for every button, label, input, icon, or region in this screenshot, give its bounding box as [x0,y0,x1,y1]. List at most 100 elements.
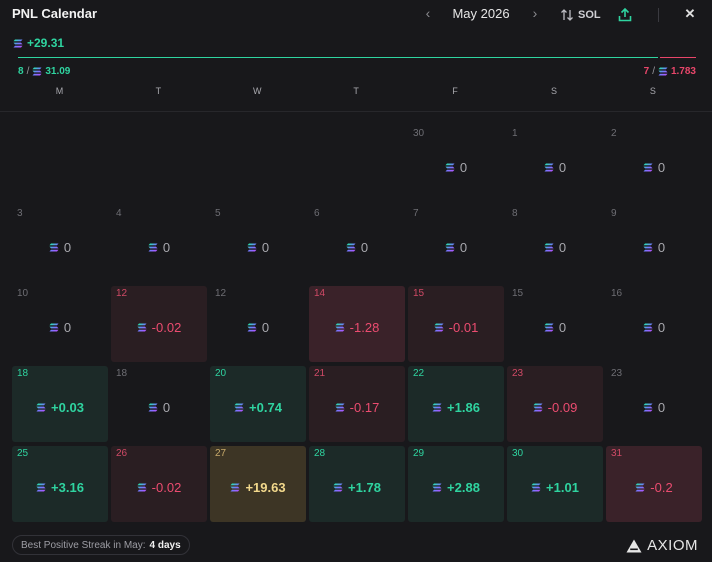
calendar-day-cell[interactable]: 25 +3.16 [12,446,108,522]
upload-icon[interactable] [616,6,634,24]
calendar-day-cell[interactable]: 23 -0.09 [507,366,603,442]
calendar-day-cell[interactable]: 10 [507,126,603,202]
win-stats: 8 / 31.09 [18,66,71,77]
calendar-day-cell[interactable]: 18 0 [111,366,207,442]
sol-icon [544,243,554,252]
day-number: 26 [116,448,128,459]
sol-icon [434,323,444,332]
sol-icon [49,323,59,332]
calendar-day-cell[interactable]: 12 0 [210,286,306,362]
sol-icon [643,403,653,412]
day-number: 15 [413,288,425,299]
day-number: 4 [116,208,122,219]
next-month-button[interactable]: › [527,5,543,21]
day-number: 14 [314,288,326,299]
sol-icon [432,483,442,492]
day-number: 2 [611,128,617,139]
loss-stats: 7 / 1.783 [643,66,696,77]
weekday-label: T [155,86,162,96]
day-pnl-value: 0 [558,320,567,335]
calendar-day-cell[interactable]: 22 +1.86 [408,366,504,442]
day-pnl: 0 [210,240,306,255]
sol-icon [32,67,42,76]
currency-toggle-button[interactable]: SOL [560,6,601,24]
day-pnl-value: 0 [657,240,666,255]
sol-icon [36,403,46,412]
day-number: 16 [611,288,623,299]
day-number: 5 [215,208,221,219]
calendar-day-cell[interactable]: 40 [111,206,207,282]
calendar-day-cell[interactable]: 27 +19.63 [210,446,306,522]
calendar-day-cell[interactable]: 26 -0.02 [111,446,207,522]
calendar-day-cell[interactable]: 12 -0.02 [111,286,207,362]
day-pnl-value: 0 [657,320,666,335]
day-number: 1 [512,128,518,139]
day-pnl-value: +3.16 [51,480,84,495]
calendar-day-cell[interactable]: 10 0 [12,286,108,362]
day-pnl: +0.03 [12,400,108,415]
calendar-day-cell[interactable]: 23 0 [606,366,702,442]
day-pnl: -1.28 [309,320,405,335]
calendar-day-cell[interactable]: 50 [210,206,306,282]
loss-days-count: 7 [643,66,650,77]
day-pnl: 0 [408,240,504,255]
day-number: 12 [215,288,227,299]
day-pnl: +19.63 [210,480,306,495]
sol-icon [148,243,158,252]
total-pnl: +29.31 [13,36,64,50]
prev-month-button[interactable]: ‹ [420,5,436,21]
sol-icon [643,323,653,332]
calendar-day-cell[interactable]: 15 0 [507,286,603,362]
day-pnl: -0.09 [507,400,603,415]
day-pnl-value: -1.28 [349,320,380,335]
panel-title: PNL Calendar [12,6,98,21]
weekday-header: M T W T F S S [10,86,702,100]
day-pnl: 0 [606,160,702,175]
sol-icon [643,163,653,172]
day-pnl: +1.78 [309,480,405,495]
day-number: 15 [512,288,524,299]
streak-badge: Best Positive Streak in May: 4 days [12,535,190,555]
win-ratio-bar [18,57,658,58]
calendar-day-cell[interactable]: 29 +2.88 [408,446,504,522]
calendar-day-cell[interactable]: 20 [606,126,702,202]
day-pnl: 0 [507,320,603,335]
sol-icon [445,243,455,252]
day-pnl: 0 [111,240,207,255]
streak-label: Best Positive Streak in May: [21,539,146,551]
calendar-day-cell[interactable]: 30 0 [408,126,504,202]
day-number: 23 [512,368,524,379]
day-pnl: 0 [606,240,702,255]
calendar-day-cell[interactable]: 21 -0.17 [309,366,405,442]
calendar-day-cell[interactable]: 15 -0.01 [408,286,504,362]
calendar-day-cell[interactable]: 80 [507,206,603,282]
day-pnl: 0 [12,240,108,255]
calendar-day-cell[interactable]: 70 [408,206,504,282]
sol-icon [432,403,442,412]
calendar-day-cell[interactable]: 31 -0.2 [606,446,702,522]
close-icon[interactable]: ✕ [682,6,698,22]
calendar-day-cell[interactable]: 90 [606,206,702,282]
day-number: 29 [413,448,425,459]
sol-icon [635,483,645,492]
sol-icon [544,163,554,172]
calendar-day-cell[interactable]: 20 +0.74 [210,366,306,442]
calendar-day-cell[interactable]: 14 -1.28 [309,286,405,362]
day-pnl-value: -0.02 [151,480,182,495]
sol-icon [36,483,46,492]
calendar-day-cell[interactable]: 18 +0.03 [12,366,108,442]
calendar-day-cell[interactable]: 30 [12,206,108,282]
sol-icon [533,403,543,412]
weekday-label: S [649,86,656,96]
calendar-day-cell[interactable]: 16 0 [606,286,702,362]
day-pnl: 0 [408,160,504,175]
day-pnl-value: -0.17 [349,400,380,415]
calendar-day-cell[interactable]: 60 [309,206,405,282]
current-month-label: May 2026 [452,6,510,21]
day-number: 7 [413,208,419,219]
day-pnl-value: +1.01 [546,480,579,495]
calendar-day-cell[interactable]: 28 +1.78 [309,446,405,522]
day-pnl-value: 0 [261,320,270,335]
sol-icon [234,403,244,412]
calendar-day-cell[interactable]: 30 +1.01 [507,446,603,522]
